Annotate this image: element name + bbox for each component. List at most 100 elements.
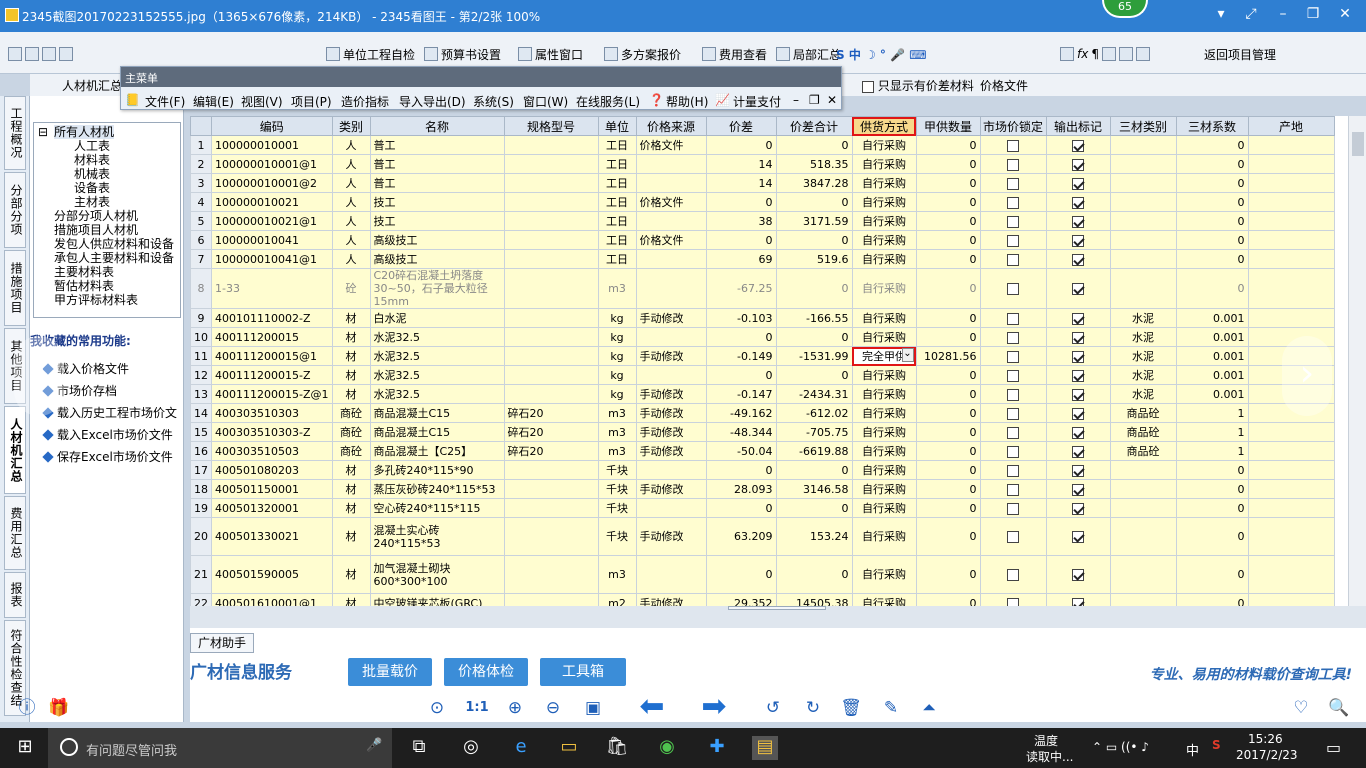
tree-item[interactable]: 主材表 xyxy=(74,195,110,209)
table-cell[interactable]: 混凝土实心砖240*115*53 xyxy=(369,517,505,556)
table-cell[interactable]: 0 xyxy=(915,230,981,250)
checkbox-icon[interactable] xyxy=(1072,158,1084,171)
checkbox-icon[interactable] xyxy=(1072,139,1084,152)
rotate-right-icon[interactable]: ↻ xyxy=(800,698,826,718)
sogou-icon[interactable]: S xyxy=(1212,738,1221,752)
tab-measures[interactable]: 措施项目 xyxy=(4,250,26,326)
tree-item[interactable]: 承包人主要材料和设备 xyxy=(54,251,174,265)
table-cell[interactable]: kg xyxy=(597,346,637,366)
checkbox-icon[interactable] xyxy=(1072,407,1084,420)
table-cell[interactable]: 400303510503 xyxy=(211,441,333,461)
table-cell[interactable]: 多孔砖240*115*90 xyxy=(369,460,505,480)
cell-origin[interactable] xyxy=(1247,441,1335,461)
table-cell[interactable] xyxy=(503,135,599,155)
checkbox-icon[interactable] xyxy=(1072,369,1084,382)
tree-item[interactable]: 甲方评标材料表 xyxy=(54,293,138,307)
table-cell[interactable]: 0 xyxy=(915,308,981,328)
table-cell[interactable]: 400501320001 xyxy=(211,498,333,518)
table-cell[interactable]: 0 xyxy=(705,555,777,594)
app-blue-icon[interactable]: ✚ xyxy=(704,736,730,760)
fullscreen-icon[interactable]: ⤢ xyxy=(1240,6,1262,22)
table-cell[interactable] xyxy=(503,517,599,556)
table-row[interactable]: 3 100000010001@2 人普工 工日 14 3847.28 自行采购 0 0 xyxy=(190,173,1335,193)
table-cell[interactable]: 0 xyxy=(775,230,853,250)
table-cell[interactable] xyxy=(635,498,707,518)
table-cell[interactable]: 自行采购 xyxy=(851,249,917,269)
table-cell[interactable]: 400501590005 xyxy=(211,555,333,594)
open-file-icon[interactable] xyxy=(25,47,39,61)
tab-sub-items[interactable]: 分部分项 xyxy=(4,172,26,248)
table-cell[interactable]: 1 xyxy=(1175,441,1249,461)
table-cell[interactable] xyxy=(635,154,707,174)
table-cell[interactable]: -1531.99 xyxy=(775,346,853,366)
prev-arrow-icon[interactable]: ⬅ xyxy=(634,692,670,722)
table-cell[interactable]: 100000010041@1 xyxy=(211,249,333,269)
tree-item[interactable]: 设备表 xyxy=(74,181,110,195)
table-cell[interactable]: 1 xyxy=(1175,422,1249,442)
table-cell[interactable]: 0 xyxy=(915,249,981,269)
table-cell[interactable] xyxy=(1109,555,1177,594)
table-cell[interactable]: 自行采购 xyxy=(851,365,917,385)
table-cell[interactable]: 0 xyxy=(915,422,981,442)
table-cell[interactable]: 水泥 xyxy=(1109,365,1177,385)
table-cell[interactable]: -612.02 xyxy=(775,403,853,423)
table-row[interactable]: 21 400501590005 材加气混凝土砌块600*300*100 m3 0 0 自行采… xyxy=(190,555,1335,594)
up-icon[interactable]: ⏶ xyxy=(916,698,942,718)
table-cell[interactable]: 13 xyxy=(190,384,212,404)
table-cell[interactable]: 0 xyxy=(915,365,981,385)
table-cell[interactable]: 0 xyxy=(915,268,981,309)
checkbox-icon[interactable] xyxy=(1007,445,1019,458)
table-cell[interactable]: 千块 xyxy=(597,479,637,499)
output-mark-checkbox[interactable] xyxy=(1045,308,1111,328)
table-cell[interactable]: 材 xyxy=(331,593,371,606)
table-cell[interactable]: 100000010021@1 xyxy=(211,211,333,231)
table-cell[interactable]: 0 xyxy=(915,517,981,556)
table-cell[interactable]: 手动修改 xyxy=(635,593,707,606)
gift-icon[interactable]: 🎁 xyxy=(46,698,72,718)
table-row[interactable]: 14 400303510303 商砼 商品混凝土C15 碎石20 m3 手动修改 -49.16… xyxy=(190,403,1335,423)
table-cell[interactable]: 0 xyxy=(1175,173,1249,193)
table-cell[interactable]: 0 xyxy=(1175,268,1249,309)
table-cell[interactable]: 价格文件 xyxy=(635,230,707,250)
table-cell[interactable] xyxy=(1109,268,1177,309)
menu-system[interactable]: 系统(S) xyxy=(473,93,514,110)
table-cell[interactable] xyxy=(503,384,599,404)
table-cell[interactable]: m3 xyxy=(597,555,637,594)
table-cell[interactable]: -166.55 xyxy=(775,308,853,328)
table-cell[interactable]: 16 xyxy=(190,441,212,461)
windows-start-icon[interactable]: ⊞ xyxy=(12,736,38,760)
price-lock-checkbox[interactable] xyxy=(979,135,1047,155)
price-lock-checkbox[interactable] xyxy=(979,211,1047,231)
menu-online-service[interactable]: 在线服务(L) xyxy=(576,93,640,110)
table-cell[interactable]: 工日 xyxy=(597,249,637,269)
tree-item[interactable]: 机械表 xyxy=(74,167,110,181)
table-cell[interactable]: 400303510303 xyxy=(211,403,333,423)
cell-origin[interactable] xyxy=(1247,593,1335,606)
table-cell[interactable]: 材 xyxy=(331,308,371,328)
output-mark-checkbox[interactable] xyxy=(1045,460,1111,480)
budget-settings-button[interactable]: 预算书设置 xyxy=(424,44,501,64)
price-lock-checkbox[interactable] xyxy=(979,517,1047,556)
price-lock-checkbox[interactable] xyxy=(979,422,1047,442)
info-icon[interactable]: ⓘ xyxy=(14,698,40,718)
table-cell[interactable]: 工日 xyxy=(597,192,637,212)
table-cell[interactable] xyxy=(635,555,707,594)
table-cell[interactable]: 0 xyxy=(915,498,981,518)
table-cell[interactable]: 518.35 xyxy=(775,154,853,174)
table-cell[interactable]: 商品混凝土【C25】 xyxy=(369,441,505,461)
table-cell[interactable]: 0 xyxy=(1175,555,1249,594)
slideshow-icon[interactable]: ▣ xyxy=(580,698,606,718)
table-cell[interactable]: 商品砼 xyxy=(1109,403,1177,423)
table-cell[interactable]: 自行采购 xyxy=(851,593,917,606)
table-cell[interactable]: 0 xyxy=(705,230,777,250)
checkbox-icon[interactable] xyxy=(1072,312,1084,325)
ime-indicator[interactable]: 中 xyxy=(1186,740,1199,759)
table-cell[interactable]: 0 xyxy=(705,327,777,347)
table-cell[interactable] xyxy=(1109,135,1177,155)
table-cell[interactable]: 技工 xyxy=(369,192,505,212)
table-cell[interactable]: 0 xyxy=(915,211,981,231)
cell-origin[interactable] xyxy=(1247,460,1335,480)
checkbox-icon[interactable] xyxy=(1072,426,1084,439)
table-cell[interactable]: 自行采购 xyxy=(851,173,917,193)
cell-origin[interactable] xyxy=(1247,555,1335,594)
